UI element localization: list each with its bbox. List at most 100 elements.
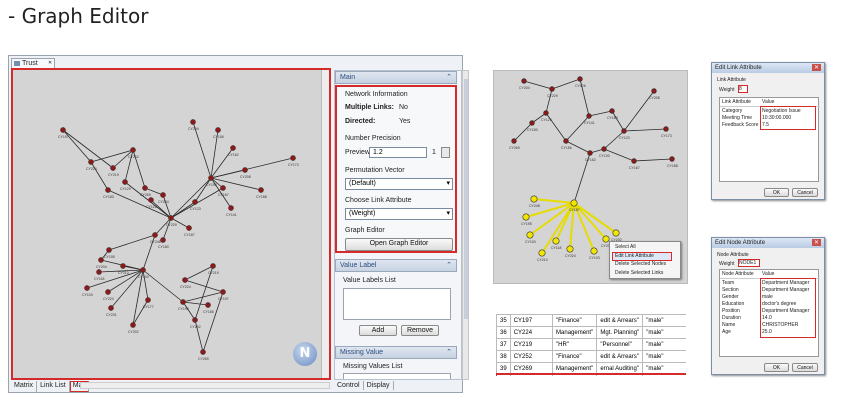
- preview-field[interactable]: 1.2: [369, 147, 427, 158]
- collapse-icon[interactable]: ⌃: [446, 73, 452, 81]
- table-cell[interactable]: CY252: [509, 350, 554, 363]
- graph-node[interactable]: [108, 305, 114, 311]
- attribute-value[interactable]: 14.0: [762, 315, 772, 321]
- graph-node[interactable]: [549, 86, 555, 92]
- table-row[interactable]: 38 CY252 "Finance" edit & Arrears" "male": [496, 350, 686, 363]
- graph-node[interactable]: [192, 199, 198, 205]
- link-attribute-select[interactable]: (Weight) ▾: [345, 208, 453, 220]
- table-cell[interactable]: "male": [642, 362, 686, 375]
- table-row[interactable]: 36 CY224 Management" Mgt. Planning" "male": [496, 326, 686, 339]
- graph-node[interactable]: [601, 146, 607, 152]
- add-button[interactable]: Add: [359, 325, 397, 336]
- menu-item-edit-link-attribute[interactable]: Edit Link Attribute: [612, 252, 672, 261]
- missing-value-header[interactable]: Missing Value ⌃: [335, 346, 457, 359]
- graph-node[interactable]: [529, 120, 535, 126]
- graph-node[interactable]: [563, 138, 569, 144]
- graph-node[interactable]: [543, 110, 549, 116]
- table-cell[interactable]: "male": [642, 350, 686, 363]
- table-cell[interactable]: 37: [496, 338, 511, 351]
- graph-node[interactable]: [152, 232, 158, 238]
- remove-button[interactable]: Remove: [401, 325, 439, 336]
- graph-node[interactable]: [122, 179, 128, 185]
- graph-edge[interactable]: [603, 130, 625, 150]
- graph-edge[interactable]: [611, 110, 625, 132]
- graph-node[interactable]: [160, 192, 166, 198]
- graph-node[interactable]: [96, 269, 102, 275]
- attribute-value[interactable]: CHRISTOPHER: [762, 322, 798, 328]
- table-cell[interactable]: 40: [496, 374, 511, 376]
- graph-node[interactable]: [192, 317, 198, 323]
- graph-node[interactable]: [106, 247, 112, 253]
- graph-node[interactable]: [290, 155, 296, 161]
- selected-node[interactable]: [570, 199, 578, 207]
- selected-edge[interactable]: [533, 198, 575, 204]
- table-cell[interactable]: "HR": [552, 338, 598, 351]
- selected-node[interactable]: [530, 195, 538, 203]
- table-cell[interactable]: "Finance": [552, 314, 598, 327]
- graph-node[interactable]: [186, 225, 192, 231]
- collapse-icon[interactable]: ⌃: [446, 261, 452, 269]
- attribute-value[interactable]: Department Manager: [762, 280, 809, 286]
- table-cell[interactable]: ernal Auditing": [596, 362, 644, 375]
- graph-node[interactable]: [98, 257, 104, 263]
- graph-node[interactable]: [609, 108, 615, 114]
- graph-edge[interactable]: [182, 301, 209, 306]
- panel-scrollbar[interactable]: [462, 70, 469, 380]
- attribute-value[interactable]: 10:30:00.000: [762, 115, 791, 121]
- graph-edge[interactable]: [108, 234, 156, 251]
- weight-field[interactable]: 8: [738, 85, 748, 93]
- graph-node[interactable]: [631, 158, 637, 164]
- permutation-select[interactable]: (Default) ▾: [345, 178, 453, 190]
- table-cell[interactable]: 36: [496, 326, 511, 339]
- graph-node[interactable]: [145, 297, 151, 303]
- tab-matrix[interactable]: Matrix: [11, 381, 38, 392]
- table-cell[interactable]: 39: [496, 362, 511, 375]
- table-cell[interactable]: "male": [642, 314, 686, 327]
- graph-node[interactable]: [200, 349, 206, 355]
- table-cell[interactable]: edit & Arrears": [596, 350, 644, 363]
- graph-node[interactable]: [242, 167, 248, 173]
- scrollbar-vertical[interactable]: [321, 70, 329, 378]
- table-cell[interactable]: "Finance": [552, 350, 598, 363]
- graph-node[interactable]: [148, 197, 154, 203]
- value-labels-list[interactable]: [343, 288, 451, 320]
- ok-button[interactable]: OK: [764, 363, 789, 372]
- precision-spinner[interactable]: [441, 147, 450, 158]
- graph-edge[interactable]: [633, 158, 673, 162]
- menu-item-select-all[interactable]: Select All: [615, 244, 636, 250]
- close-icon[interactable]: ✕: [48, 60, 52, 66]
- graph-node[interactable]: [577, 76, 583, 82]
- graph-node[interactable]: [160, 237, 166, 243]
- cancel-button[interactable]: Cancel: [792, 188, 818, 197]
- table-cell[interactable]: CY219: [509, 338, 554, 351]
- graph-node[interactable]: [208, 175, 214, 181]
- menu-item-delete-nodes[interactable]: Delete Selected Nodes: [615, 261, 666, 267]
- graph-edge[interactable]: [623, 128, 667, 132]
- selected-node[interactable]: [552, 237, 560, 245]
- graph-node[interactable]: [205, 302, 211, 308]
- selected-node[interactable]: [612, 229, 620, 237]
- tab-link-list[interactable]: Link List: [37, 381, 70, 392]
- graph-node[interactable]: [105, 187, 111, 193]
- graph-node[interactable]: [215, 127, 221, 133]
- attribute-value[interactable]: 7.5: [762, 122, 769, 128]
- graph-edge[interactable]: [194, 177, 212, 203]
- graph-node[interactable]: [220, 289, 226, 295]
- graph-node[interactable]: [230, 145, 236, 151]
- selected-node[interactable]: [538, 249, 546, 257]
- close-icon[interactable]: ✕: [811, 64, 821, 71]
- graph-node[interactable]: [110, 165, 116, 171]
- graph-node[interactable]: [663, 126, 669, 132]
- graph-node[interactable]: [210, 263, 216, 269]
- attribute-value[interactable]: 25.0: [762, 329, 772, 335]
- attribute-value[interactable]: Negotiation Issue: [762, 108, 801, 114]
- graph-node[interactable]: [669, 156, 675, 162]
- graph-node[interactable]: [190, 119, 196, 125]
- graph-node[interactable]: [521, 78, 527, 84]
- missing-values-list[interactable]: [343, 373, 451, 379]
- graph-node[interactable]: [587, 150, 593, 156]
- close-icon[interactable]: ✕: [811, 239, 821, 246]
- selected-node[interactable]: [590, 247, 598, 255]
- graph-edge[interactable]: [182, 301, 196, 321]
- ok-button[interactable]: OK: [764, 188, 789, 197]
